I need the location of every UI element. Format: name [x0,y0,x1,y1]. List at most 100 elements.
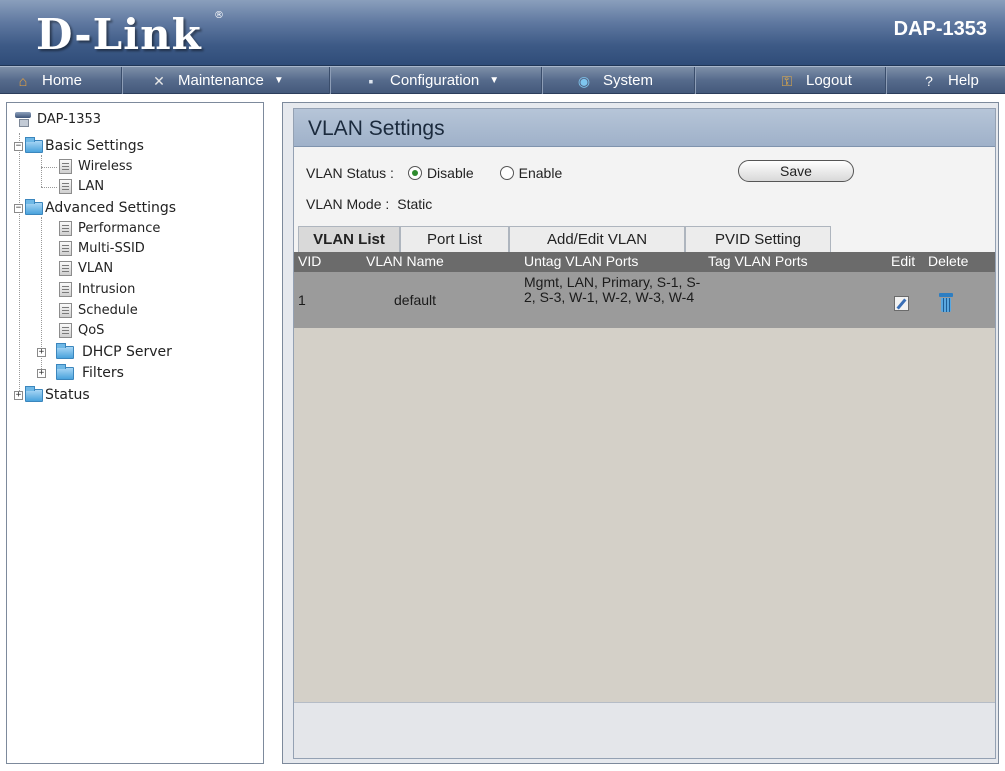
cell-vid: 1 [298,292,306,308]
expand-icon[interactable]: + [14,390,23,400]
folder-icon [56,363,74,380]
sidebar-item-label: Intrusion [78,281,136,297]
sidebar-item-performance[interactable]: Performance [59,218,160,238]
sidebar-item-label: QoS [78,322,105,338]
registered-mark: ® [214,10,224,21]
sidebar-item-label: VLAN [78,260,114,276]
enable-radio[interactable] [499,166,514,180]
trash-icon[interactable] [939,293,953,313]
folder-icon [56,342,74,359]
nav-help[interactable]: ? Help [920,67,1005,94]
nav-system-label: System [603,72,654,89]
page-title: VLAN Settings [294,109,995,147]
nav-maintenance[interactable]: ✕ Maintenance ▼ [150,67,330,94]
page-icon [59,260,72,276]
page-icon [59,240,72,256]
col-vlan-name: VLAN Name [366,253,444,269]
nav-maintenance-label: Maintenance [178,72,264,89]
tab-vlan-list[interactable]: VLAN List [298,226,400,252]
enable-radio-label[interactable]: Enable [519,165,563,181]
vlan-status-label: VLAN Status : [306,165,394,181]
page-icon [59,281,72,297]
tab-add-edit-vlan[interactable]: Add/Edit VLAN [509,226,685,252]
model-name: DAP-1353 [893,18,987,40]
sidebar-item-label: LAN [78,178,105,194]
sidebar-item-label: Performance [78,220,161,236]
sidebar-item-label: Schedule [78,302,138,318]
nav-logout-label: Logout [806,72,852,89]
sidebar-item-label: DHCP Server [82,344,172,360]
page-icon [59,178,72,194]
sidebar-tree: DAP-1353 − Basic Settings Wireless LAN −… [6,102,264,764]
tab-pvid-setting[interactable]: PVID Setting [685,226,831,252]
sidebar-item-vlan[interactable]: VLAN [59,258,113,278]
key-icon: ⚿ [781,72,793,89]
col-untag-ports: Untag VLAN Ports [524,253,639,269]
col-delete: Delete [928,253,969,269]
sidebar-item-label: Basic Settings [45,138,144,154]
collapse-icon[interactable]: − [14,141,23,151]
folder-icon [25,198,43,215]
vlan-mode-row: VLAN Mode : Static [306,196,432,212]
disable-radio-label[interactable]: Disable [427,165,474,181]
vlan-mode-value: Static [397,196,433,212]
sidebar-item-label: Wireless [78,158,133,174]
main-content: VLAN Settings VLAN Status : Disable Enab… [282,102,999,764]
folder-icon [25,385,43,402]
tools-icon: ✕ [153,72,165,89]
sidebar-item-basic-settings[interactable]: − Basic Settings [14,136,144,156]
sidebar-item-intrusion[interactable]: Intrusion [59,279,135,299]
vlan-settings-panel: VLAN Settings VLAN Status : Disable Enab… [293,108,996,759]
system-icon: ◉ [577,72,591,89]
sidebar-item-schedule[interactable]: Schedule [59,300,138,320]
page-icon [59,302,72,318]
sidebar-item-label: Advanced Settings [45,200,177,216]
cell-untag-ports: Mgmt, LAN, Primary, S-1, S-2, S-3, W-1, … [524,274,701,305]
save-button[interactable]: Save [738,160,854,182]
help-icon: ? [925,72,933,89]
edit-icon[interactable] [894,296,909,311]
dlink-logo: D-Link [36,10,202,59]
nav-configuration-label: Configuration [390,72,480,89]
sidebar-item-wireless[interactable]: Wireless [59,156,132,176]
panel-footer [294,702,995,758]
col-vid: VID [298,253,322,269]
page-icon [59,220,72,236]
expand-icon[interactable]: + [37,368,46,378]
vlan-status-row: VLAN Status : Disable Enable [306,165,562,181]
nav-home[interactable]: ⌂ Home [14,67,122,94]
sidebar-item-advanced-settings[interactable]: − Advanced Settings [14,198,176,218]
sidebar-item-qos[interactable]: QoS [59,320,104,340]
nav-configuration[interactable]: ▪ Configuration ▼ [362,67,542,94]
folder-icon [25,136,43,153]
sidebar-item-label: Filters [82,365,124,381]
sidebar-item-lan[interactable]: LAN [59,176,104,196]
sidebar-item-label: Multi-SSID [78,240,145,256]
nav-system[interactable]: ◉ System [575,67,695,94]
home-icon: ⌂ [18,72,28,89]
col-edit: Edit [891,253,916,269]
sidebar-item-label: Status [45,387,90,403]
chevron-down-icon: ▼ [489,75,500,86]
nav-home-label: Home [42,72,83,89]
table-header: VID VLAN Name Untag VLAN Ports Tag VLAN … [294,252,995,272]
expand-icon[interactable]: + [37,347,46,357]
page-icon [59,158,72,174]
tree-guide-line [41,155,42,187]
sidebar-item-status[interactable]: + Status [14,385,90,405]
nav-logout[interactable]: ⚿ Logout [778,67,886,94]
vlan-table: VID VLAN Name Untag VLAN Ports Tag VLAN … [294,252,995,702]
sidebar-item-filters[interactable]: + Filters [37,363,124,383]
table-row: 1 default Mgmt, LAN, Primary, S-1, S-2, … [294,272,995,328]
sidebar-item-dhcp-server[interactable]: + DHCP Server [37,342,172,362]
tab-port-list[interactable]: Port List [400,226,509,252]
access-point-icon [13,110,33,128]
disable-radio[interactable] [407,166,422,180]
cell-vlan-name: default [394,292,437,308]
collapse-icon[interactable]: − [14,203,23,213]
sidebar-item-multi-ssid[interactable]: Multi-SSID [59,238,145,258]
tree-guide-line [41,167,57,168]
chevron-down-icon: ▼ [273,75,284,86]
sidebar-item-root[interactable]: DAP-1353 [13,109,101,129]
header-banner: D-Link ® DAP-1353 [0,0,1005,66]
